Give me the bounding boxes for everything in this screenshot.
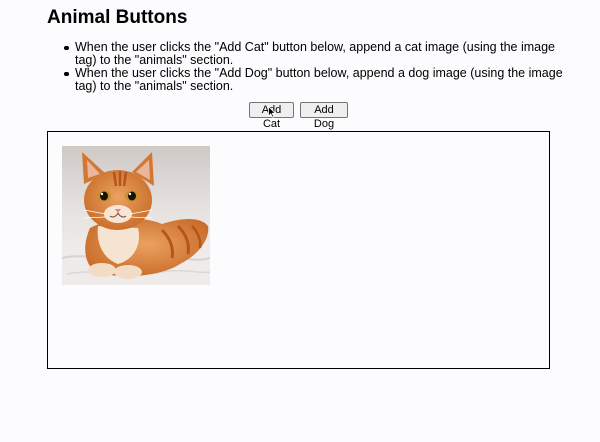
add-cat-button[interactable]: Add Cat [249, 102, 294, 130]
cat-image [62, 146, 210, 285]
instruction-item-cat: When the user clicks the "Add Cat" butto… [64, 40, 565, 67]
button-row: Add Cat Add Dog [0, 102, 600, 130]
bullet-icon [64, 71, 69, 76]
page-title: Animal Buttons [47, 7, 188, 28]
add-dog-button[interactable]: Add Dog [300, 102, 348, 130]
page: Animal Buttons When the user clicks the … [0, 0, 600, 442]
instruction-item-dog: When the user clicks the "Add Dog" butto… [64, 66, 565, 93]
bullet-icon [64, 45, 69, 50]
instruction-text: When the user clicks the "Add Cat" butto… [75, 40, 555, 67]
instruction-text: When the user clicks the "Add Dog" butto… [75, 66, 563, 93]
instructions-list: When the user clicks the "Add Cat" butto… [64, 40, 565, 93]
animals-section [47, 131, 550, 369]
